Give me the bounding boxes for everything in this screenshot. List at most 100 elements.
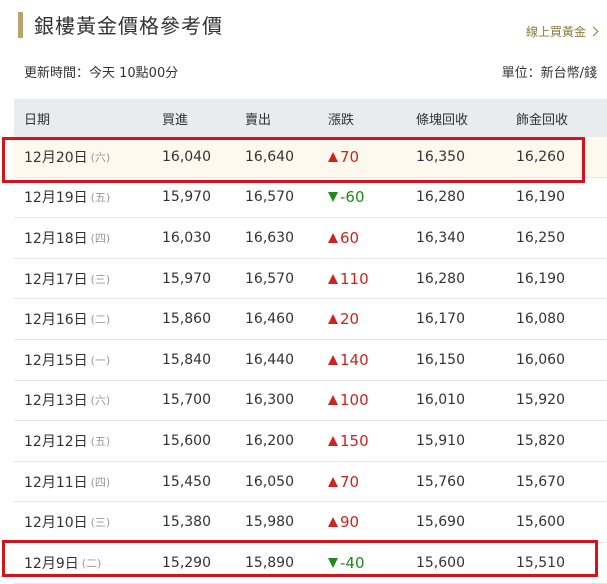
buy-price: 15,970 [162, 189, 211, 206]
bar-recycle-price: 16,010 [416, 392, 465, 409]
jewelry-recycle-price: 16,080 [516, 311, 565, 328]
change-cell: 110 [328, 259, 369, 299]
online-buy-gold-label: 線上買黃金 [525, 25, 586, 39]
change-value: 60 [340, 228, 360, 247]
date-text: 12月12日 [24, 433, 88, 450]
weekday-text: (六) [90, 150, 111, 164]
sell-price: 16,300 [245, 392, 294, 409]
meta-bar: 更新時間：今天 10點00分 單位：新台幣/錢 [0, 62, 607, 82]
triangle-up-icon [328, 476, 338, 487]
column-header-jewelry-recycle: 飾金回收 [516, 112, 569, 128]
sell-price: 15,980 [245, 514, 294, 531]
weekday-text: (一) [90, 353, 111, 367]
date-text: 12月13日 [24, 393, 88, 410]
sell-price: 16,570 [245, 270, 294, 287]
table-row: 12月15日 (一) 15,840 16,440 140 16,150 16,060 [14, 340, 607, 381]
weekday-text: (四) [90, 231, 111, 245]
buy-price: 15,380 [162, 514, 211, 531]
table-row: 12月9日 (二) 15,290 15,890 -40 15,600 15,510 [14, 543, 607, 584]
column-header-sell: 賣出 [245, 112, 272, 128]
date-text: 12月11日 [24, 474, 88, 491]
buy-price: 15,970 [162, 270, 211, 287]
weekday-text: (五) [90, 191, 111, 205]
table-row: 12月19日 (五) 15,970 16,570 -60 16,280 16,190 [14, 178, 607, 219]
sell-price: 16,570 [245, 189, 294, 206]
table-row: 12月10日 (三) 15,380 15,980 90 15,690 15,600 [14, 502, 607, 543]
date-text: 12月9日 [24, 555, 79, 572]
weekday-text: (六) [90, 394, 111, 408]
date-cell: 12月10日 (三) [24, 502, 110, 542]
jewelry-recycle-price: 15,920 [516, 392, 565, 409]
buy-price: 16,030 [162, 229, 211, 246]
triangle-down-icon [328, 557, 338, 568]
change-value: 20 [340, 310, 360, 329]
table-row: 12月12日 (五) 15,600 16,200 150 15,910 15,820 [14, 421, 607, 462]
sell-price: 16,050 [245, 473, 294, 490]
change-cell: 70 [328, 462, 359, 502]
date-text: 12月20日 [24, 149, 88, 166]
date-text: 12月10日 [24, 515, 88, 532]
triangle-up-icon [328, 395, 338, 406]
table-row: 12月11日 (四) 15,450 16,050 70 15,760 15,670 [14, 462, 607, 503]
date-text: 12月16日 [24, 312, 88, 329]
chevron-right-icon [588, 26, 599, 37]
date-text: 12月17日 [24, 271, 88, 288]
date-cell: 12月20日 (六) [24, 137, 110, 177]
triangle-up-icon [328, 354, 338, 365]
weekday-text: (四) [90, 475, 111, 489]
jewelry-recycle-price: 16,260 [516, 148, 565, 165]
sell-price: 16,630 [245, 229, 294, 246]
bar-recycle-price: 15,690 [416, 514, 465, 531]
date-cell: 12月15日 (一) [24, 340, 110, 380]
table-row: 12月13日 (六) 15,700 16,300 100 16,010 15,920 [14, 381, 607, 422]
triangle-up-icon [328, 232, 338, 243]
date-cell: 12月19日 (五) [24, 178, 110, 218]
sell-price: 16,200 [245, 432, 294, 449]
bar-recycle-price: 16,150 [416, 351, 465, 368]
buy-price: 15,450 [162, 473, 211, 490]
page-title: 銀樓黃金價格參考價 [34, 14, 223, 38]
unit-label: 單位：新台幣/錢 [501, 66, 597, 81]
table-row: 12月16日 (二) 15,860 16,460 20 16,170 16,080 [14, 299, 607, 340]
bar-recycle-price: 15,760 [416, 473, 465, 490]
title-accent-bar [18, 12, 23, 38]
change-value: 140 [340, 350, 369, 369]
triangle-up-icon [328, 314, 338, 325]
date-text: 12月19日 [24, 190, 88, 207]
change-value: 110 [340, 269, 369, 288]
column-header-bar-recycle: 條塊回收 [416, 112, 469, 128]
change-value: -60 [340, 188, 365, 207]
sell-price: 16,460 [245, 311, 294, 328]
bar-recycle-price: 15,910 [416, 432, 465, 449]
change-value: 70 [340, 472, 360, 491]
bar-recycle-price: 16,280 [416, 189, 465, 206]
jewelry-recycle-price: 16,190 [516, 270, 565, 287]
jewelry-recycle-price: 15,670 [516, 473, 565, 490]
change-cell: 150 [328, 421, 369, 461]
change-value: 90 [340, 513, 360, 532]
triangle-up-icon [328, 151, 338, 162]
buy-price: 15,700 [162, 392, 211, 409]
sell-price: 16,640 [245, 148, 294, 165]
weekday-text: (二) [81, 556, 102, 570]
column-header-date: 日期 [24, 112, 51, 128]
triangle-down-icon [328, 192, 338, 203]
table-row: 12月20日 (六) 16,040 16,640 70 16,350 16,260 [14, 137, 607, 178]
column-header-change: 漲跌 [328, 112, 355, 128]
jewelry-recycle-price: 16,060 [516, 351, 565, 368]
online-buy-gold-link[interactable]: 線上買黃金 [525, 23, 599, 40]
jewelry-recycle-price: 16,190 [516, 189, 565, 206]
bar-recycle-price: 16,350 [416, 148, 465, 165]
buy-price: 16,040 [162, 148, 211, 165]
date-cell: 12月12日 (五) [24, 421, 110, 461]
change-value: 150 [340, 431, 369, 450]
buy-price: 15,840 [162, 351, 211, 368]
jewelry-recycle-price: 16,250 [516, 229, 565, 246]
bar-recycle-price: 16,170 [416, 311, 465, 328]
date-cell: 12月13日 (六) [24, 381, 110, 421]
buy-price: 15,600 [162, 432, 211, 449]
date-cell: 12月17日 (三) [24, 259, 110, 299]
bar-recycle-price: 16,280 [416, 270, 465, 287]
column-header-buy: 買進 [162, 112, 189, 128]
triangle-up-icon [328, 435, 338, 446]
